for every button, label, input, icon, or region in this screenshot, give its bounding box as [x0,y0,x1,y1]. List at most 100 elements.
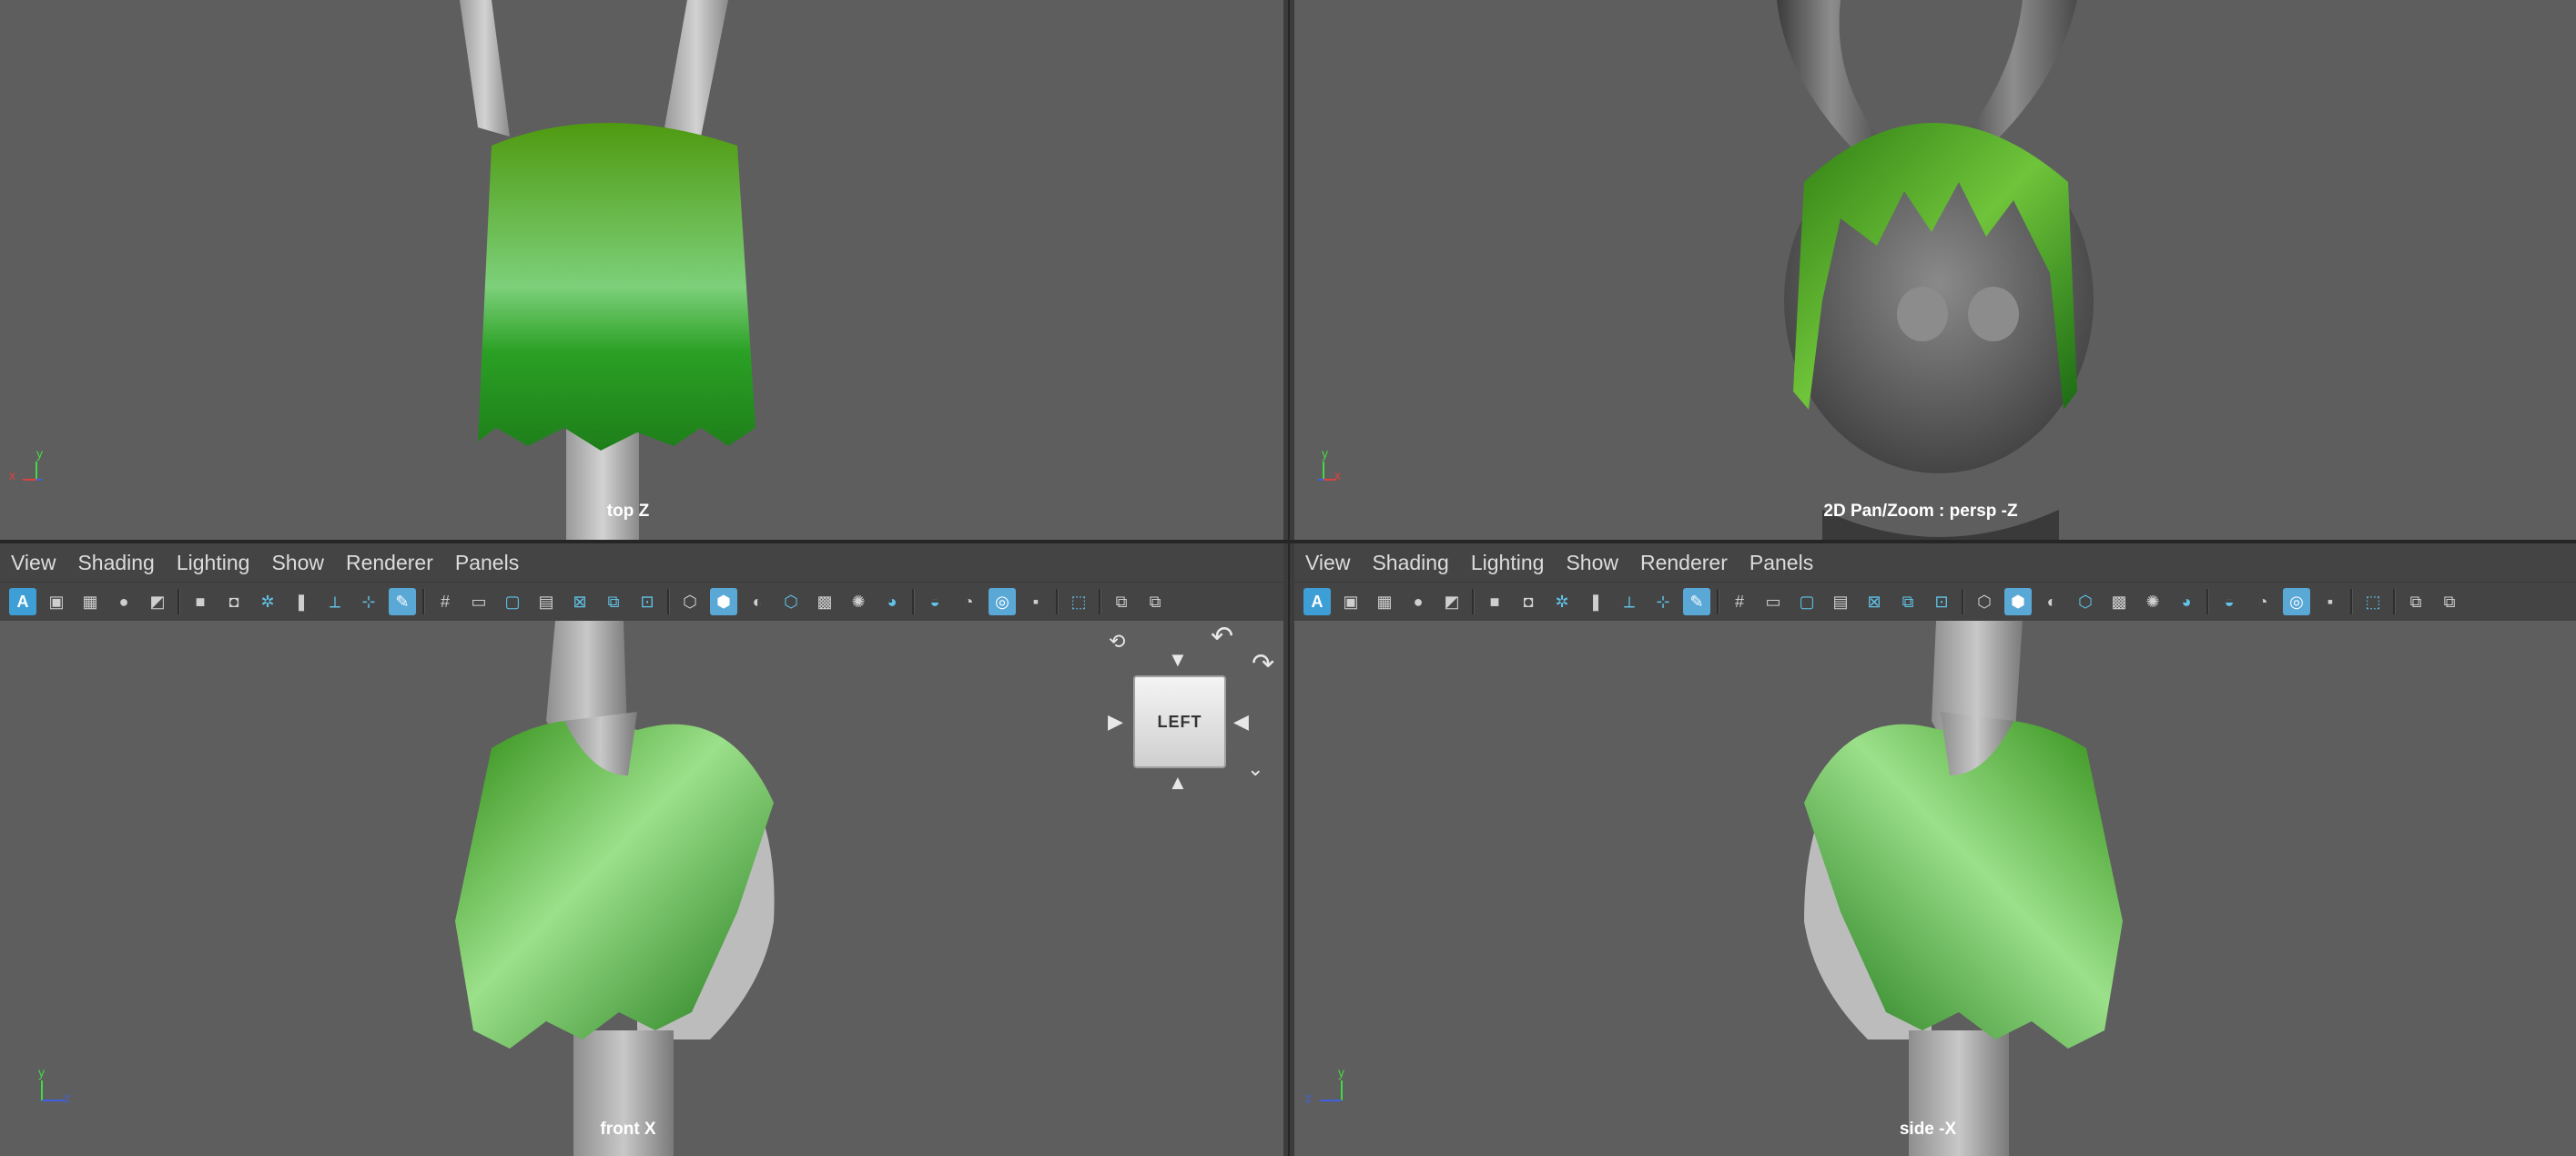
camera-frame-icon[interactable]: ▣ [1337,588,1364,615]
layers-icon[interactable]: ◩ [1438,588,1465,615]
paint-icon[interactable]: ✎ [1683,588,1710,615]
viewport-side[interactable]: y z side -X [1294,621,2576,1156]
pivot-icon[interactable]: ⊹ [355,588,382,615]
film-gate-icon[interactable]: ▭ [465,588,492,615]
wireframe-on-shaded-icon[interactable]: ⬡ [2072,588,2099,615]
sphere-icon[interactable]: ● [1405,588,1432,615]
shadow-icon[interactable]: ◕ [878,588,906,615]
pivot-icon[interactable]: ⊹ [1649,588,1677,615]
panel-menu-bar: View Shading Lighting Show Renderer Pane… [0,543,1283,582]
camera-icon[interactable]: ■ [187,588,214,615]
pan-zoom-icon[interactable]: ⊡ [634,588,661,615]
camera-settings-icon[interactable]: ✲ [254,588,281,615]
layers-icon[interactable]: ◩ [144,588,171,615]
motion-blur-icon[interactable]: ◔ [2249,588,2277,615]
vertical-pane-divider[interactable] [1283,0,1294,1156]
flat-shade-icon[interactable]: ◐ [744,588,771,615]
image-plane-icon[interactable]: ⧉ [600,588,627,615]
axis-indicator: y x [1303,446,1358,501]
light-icon[interactable]: ✺ [845,588,872,615]
wireframe-cube-icon[interactable]: ⬡ [676,588,704,615]
viewcube-face[interactable]: LEFT [1133,675,1226,768]
anti-alias-icon[interactable]: ◎ [989,588,1016,615]
field-chart-icon[interactable]: ⊠ [566,588,593,615]
isolate-select-icon[interactable]: ⬚ [1065,588,1092,615]
viewcube-rotate-icon[interactable]: ⟲ [1109,630,1125,654]
menu-lighting[interactable]: Lighting [166,543,261,582]
menu-renderer[interactable]: Renderer [335,543,444,582]
viewcube-menu-chevron-icon[interactable]: ⌄ [1247,757,1263,781]
model-top-view [460,0,756,540]
isolate-select-icon[interactable]: ⬚ [2359,588,2387,615]
viewport-persp[interactable]: y x 2D Pan/Zoom : persp -Z [1294,0,2576,540]
bookmark-icon[interactable]: ❚ [1582,588,1609,615]
menu-show[interactable]: Show [1555,543,1629,582]
viewcube-left-arrow-icon[interactable]: ▶ [1108,710,1123,734]
grid-icon[interactable]: ▦ [76,588,104,615]
motion-blur-icon[interactable]: ◔ [955,588,982,615]
grid-icon[interactable]: ▦ [1371,588,1398,615]
grid-toggle-icon[interactable]: # [1726,588,1753,615]
menu-panels[interactable]: Panels [444,543,530,582]
menu-lighting[interactable]: Lighting [1460,543,1556,582]
viewport-label: side -X [1899,1120,1957,1139]
menu-renderer[interactable]: Renderer [1629,543,1739,582]
sphere-icon[interactable]: ● [110,588,137,615]
viewport-label: top Z [606,502,650,521]
menu-shading[interactable]: Shading [66,543,165,582]
ambient-occlusion-icon[interactable]: ◒ [921,588,948,615]
viewport-top[interactable]: y x top Z [0,0,1283,540]
paint-icon[interactable]: ✎ [389,588,416,615]
safe-area-icon[interactable]: ▤ [532,588,560,615]
viewcube-orbit-right-icon[interactable]: ↷ [1252,648,1274,680]
panel-layout-icon[interactable]: ⧉ [1108,588,1135,615]
viewcube-orbit-left-icon[interactable]: ↶ [1211,621,1233,653]
flat-shade-icon[interactable]: ◐ [2038,588,2065,615]
field-chart-icon[interactable]: ⊠ [1861,588,1888,615]
toolbar-separator [1717,589,1719,614]
viewcube-up-arrow-icon[interactable]: ▼ [1168,648,1188,672]
model-side-view [1804,621,2123,1156]
xray-icon[interactable]: ▪ [2317,588,2344,615]
isolate-icon[interactable]: ⟂ [321,588,349,615]
wireframe-on-shaded-icon[interactable]: ⬡ [777,588,805,615]
menu-panels[interactable]: Panels [1739,543,1824,582]
panel-layout-icon[interactable]: ⧉ [2402,588,2429,615]
select-all-icon[interactable]: A [1303,588,1331,615]
toolbar-separator [1099,589,1101,614]
image-plane-icon[interactable]: ⧉ [1894,588,1922,615]
anti-alias-icon[interactable]: ◎ [2283,588,2310,615]
camera-frame-icon[interactable]: ▣ [43,588,70,615]
menu-view[interactable]: View [0,543,66,582]
viewcube-right-arrow-icon[interactable]: ◀ [1233,710,1249,734]
select-all-icon[interactable]: A [9,588,36,615]
menu-shading[interactable]: Shading [1361,543,1459,582]
grid-toggle-icon[interactable]: # [431,588,459,615]
bookmark-icon[interactable]: ❚ [288,588,315,615]
light-icon[interactable]: ✺ [2139,588,2166,615]
camera-lock-icon[interactable]: ◘ [220,588,248,615]
viewcube-down-arrow-icon[interactable]: ▲ [1168,771,1188,795]
menu-show[interactable]: Show [260,543,335,582]
menu-view[interactable]: View [1294,543,1361,582]
checker-icon[interactable]: ▩ [811,588,838,615]
panel-layout-2-icon[interactable]: ⧉ [2436,588,2463,615]
resolution-gate-icon[interactable]: ▢ [499,588,526,615]
isolate-icon[interactable]: ⟂ [1616,588,1643,615]
smooth-shade-icon[interactable]: ⬢ [710,588,737,615]
viewport-front[interactable]: ⟲ ↶ ↷ ▼ ▶ ◀ ▲ ⌄ LEFT y z front X [0,621,1283,1156]
safe-area-icon[interactable]: ▤ [1827,588,1854,615]
smooth-shade-icon[interactable]: ⬢ [2004,588,2032,615]
shadow-icon[interactable]: ◕ [2173,588,2200,615]
camera-icon[interactable]: ■ [1481,588,1508,615]
pan-zoom-icon[interactable]: ⊡ [1928,588,1955,615]
camera-lock-icon[interactable]: ◘ [1515,588,1542,615]
panel-layout-2-icon[interactable]: ⧉ [1141,588,1169,615]
camera-settings-icon[interactable]: ✲ [1548,588,1576,615]
wireframe-cube-icon[interactable]: ⬡ [1971,588,1998,615]
ambient-occlusion-icon[interactable]: ◒ [2216,588,2243,615]
checker-icon[interactable]: ▩ [2105,588,2133,615]
resolution-gate-icon[interactable]: ▢ [1793,588,1820,615]
film-gate-icon[interactable]: ▭ [1760,588,1787,615]
xray-icon[interactable]: ▪ [1022,588,1050,615]
